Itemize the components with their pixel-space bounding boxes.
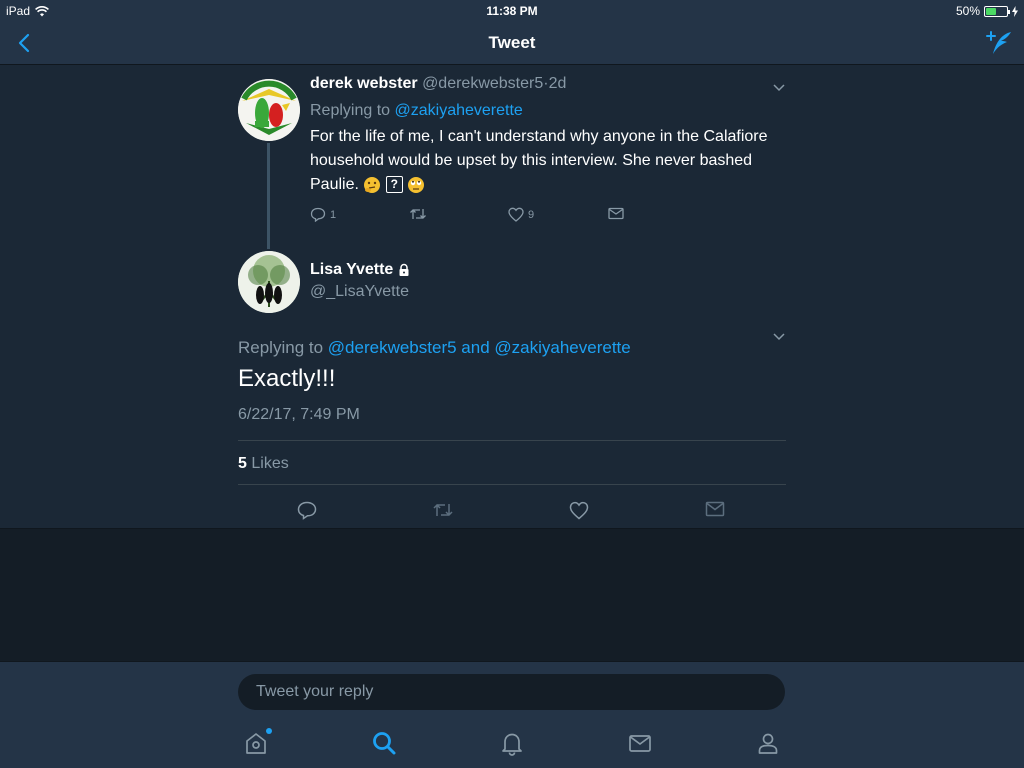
charging-icon	[1012, 5, 1018, 17]
battery-icon	[984, 5, 1010, 17]
battery-percent: 50%	[955, 4, 980, 18]
page-title: Tweet	[488, 33, 536, 52]
retweet-icon	[410, 209, 426, 219]
thinking-face-emoji-icon	[364, 176, 381, 193]
envelope-icon[interactable]	[705, 501, 725, 517]
direct-message-action[interactable]	[608, 207, 624, 220]
bottom-panel	[0, 661, 1024, 768]
home-icon	[246, 733, 266, 754]
tweet-timestamp: 6/22/17, 7:49 PM	[238, 406, 360, 423]
tab-messages[interactable]	[627, 730, 653, 756]
new-content-dot	[266, 728, 272, 734]
parent-tweet-actions: 1 9	[310, 205, 640, 225]
likes-label: Likes	[251, 455, 289, 472]
chevron-down-icon[interactable]	[772, 82, 786, 92]
battery-fill	[986, 7, 996, 15]
tweet-reply-input[interactable]	[238, 674, 785, 710]
divider	[238, 440, 786, 441]
heart-icon[interactable]	[569, 501, 589, 520]
eye-roll-face-emoji-icon	[408, 176, 425, 193]
main-replying-to-line: Replying to @derekwebster5 and @zakiyahe…	[238, 338, 631, 358]
mention-link-zakiya[interactable]: @zakiyaheverette	[494, 338, 630, 357]
divider	[238, 484, 786, 485]
author-name[interactable]: derek webster	[310, 75, 418, 92]
gumby-avatar-image	[238, 79, 300, 141]
retweet-icon[interactable]	[432, 501, 454, 519]
envelope-icon	[629, 735, 651, 752]
thread-connector-line	[267, 143, 270, 249]
main-author-handle[interactable]: @_LisaYvette	[310, 283, 409, 301]
avatar-lisa[interactable]	[238, 251, 300, 313]
main-tweet-actions	[238, 496, 786, 528]
avatar-derek[interactable]	[238, 79, 300, 141]
search-icon	[373, 732, 396, 755]
navigation-bar: Tweet	[0, 22, 1024, 65]
chevron-down-icon[interactable]	[772, 331, 786, 341]
person-icon	[758, 733, 778, 754]
replying-prefix: Replying to	[310, 102, 391, 119]
author-handle[interactable]: @derekwebster5	[422, 75, 543, 92]
mention-link[interactable]: @zakiyaheverette	[395, 102, 523, 119]
like-count: 9	[528, 208, 535, 221]
likes-summary[interactable]: 5 Likes	[238, 455, 289, 473]
reply-icon	[310, 207, 326, 222]
retweet-action[interactable]	[409, 207, 427, 221]
likes-count: 5	[238, 455, 247, 472]
replying-to-line: Replying to @zakiyaheverette	[310, 102, 523, 120]
parent-tweet-text: For the life of me, I can't understand w…	[310, 125, 780, 197]
compose-tweet-icon[interactable]	[984, 28, 1014, 58]
status-time: 11:38 PM	[486, 4, 538, 18]
parent-tweet-header: derek webster @derekwebster5·2d	[310, 75, 566, 93]
reply-action[interactable]: 1	[310, 207, 336, 222]
mention-link-derek[interactable]: @derekwebster5	[328, 338, 457, 357]
replying-prefix: Replying to	[238, 338, 324, 357]
tweet-detail: derek webster @derekwebster5·2d Replying…	[0, 65, 1024, 529]
tab-notifications[interactable]	[499, 730, 525, 756]
tweet-age: 2d	[548, 75, 567, 92]
tab-search[interactable]	[371, 730, 397, 756]
heart-icon	[508, 207, 524, 222]
main-author-name[interactable]: Lisa Yvette	[310, 261, 393, 279]
envelope-icon	[608, 207, 624, 220]
mention-and[interactable]: and	[461, 338, 489, 357]
bell-icon	[502, 733, 522, 756]
like-action[interactable]: 9	[508, 207, 534, 222]
reply-icon[interactable]	[297, 501, 317, 520]
unknown-glyph-box-icon: ?	[385, 176, 403, 194]
tab-bar	[0, 728, 1024, 760]
main-author-line: Lisa Yvette	[310, 261, 411, 279]
reply-count: 1	[330, 208, 337, 221]
tree-avatar-image	[238, 251, 300, 313]
lock-icon	[399, 263, 409, 276]
tab-profile[interactable]	[755, 730, 781, 756]
main-tweet-text: Exactly!!!	[238, 365, 336, 392]
tab-home[interactable]	[243, 728, 272, 756]
status-bar: iPad 11:38 PM 50%	[0, 0, 1024, 22]
